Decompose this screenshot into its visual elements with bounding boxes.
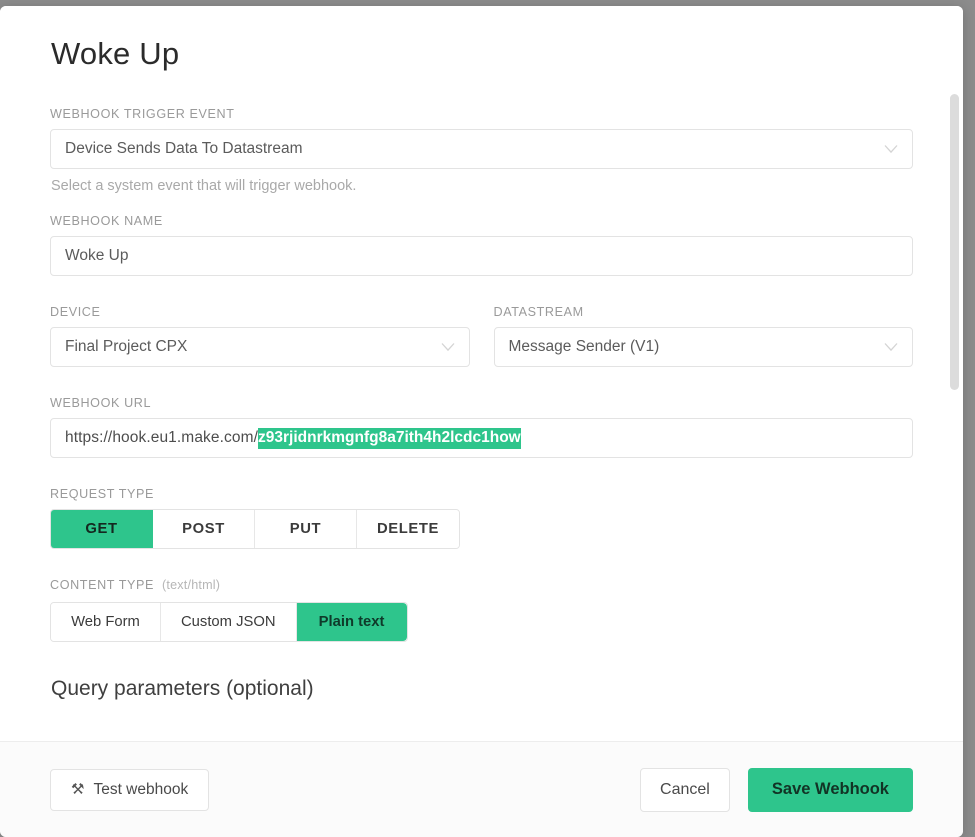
query-parameters-heading: Query parameters (optional) — [51, 676, 913, 702]
dialog-scrollbar[interactable] — [950, 10, 959, 737]
content-type-option-custom-json[interactable]: Custom JSON — [161, 603, 297, 641]
request-type-option-put[interactable]: PUT — [255, 510, 357, 548]
chevron-down-icon — [884, 343, 898, 352]
field-content-type: CONTENT TYPE (text/html) Web Form Custom … — [50, 577, 913, 642]
field-request-type: REQUEST TYPE GET POST PUT DELETE — [50, 486, 913, 549]
webhook-url-label: WEBHOOK URL — [50, 395, 913, 411]
device-label: DEVICE — [50, 304, 470, 320]
page-title: Woke Up — [51, 36, 913, 72]
webhook-settings-dialog: Woke Up WEBHOOK TRIGGER EVENT Device Sen… — [0, 6, 963, 837]
chevron-down-icon — [441, 343, 455, 352]
field-device: DEVICE Final Project CPX — [50, 304, 470, 367]
trigger-event-select[interactable]: Device Sends Data To Datastream — [50, 129, 913, 169]
datastream-label: DATASTREAM — [494, 304, 914, 320]
webhook-name-input[interactable]: Woke Up — [50, 236, 913, 276]
request-type-option-delete[interactable]: DELETE — [357, 510, 459, 548]
device-select[interactable]: Final Project CPX — [50, 327, 470, 367]
webhook-name-value: Woke Up — [65, 247, 128, 265]
device-datastream-row: DEVICE Final Project CPX DATASTREAM Mess… — [50, 304, 913, 367]
content-type-label: CONTENT TYPE (text/html) — [50, 577, 913, 593]
device-value: Final Project CPX — [65, 338, 187, 356]
test-webhook-button[interactable]: ⚒ Test webhook — [50, 769, 209, 811]
field-webhook-name: WEBHOOK NAME Woke Up — [50, 213, 913, 276]
trigger-event-label: WEBHOOK TRIGGER EVENT — [50, 106, 913, 122]
tools-icon: ⚒ — [71, 782, 84, 797]
chevron-down-icon — [884, 145, 898, 154]
test-webhook-label: Test webhook — [93, 781, 188, 799]
trigger-event-value: Device Sends Data To Datastream — [65, 140, 303, 158]
footer-actions: Cancel Save Webhook — [640, 768, 913, 812]
request-type-option-post[interactable]: POST — [153, 510, 255, 548]
save-webhook-button[interactable]: Save Webhook — [748, 768, 913, 812]
field-webhook-url: WEBHOOK URL https://hook.eu1.make.com/z9… — [50, 395, 913, 458]
datastream-value: Message Sender (V1) — [509, 338, 660, 356]
webhook-name-label: WEBHOOK NAME — [50, 213, 913, 229]
content-type-label-text: CONTENT TYPE — [50, 578, 154, 592]
field-trigger-event: WEBHOOK TRIGGER EVENT Device Sends Data … — [50, 106, 913, 195]
dialog-scroll-area[interactable]: Woke Up WEBHOOK TRIGGER EVENT Device Sen… — [0, 6, 963, 741]
cancel-button[interactable]: Cancel — [640, 768, 730, 812]
webhook-url-selected-token: z93rjidnrkmgnfg8a7ith4h2lcdc1how — [258, 428, 521, 449]
dialog-footer: ⚒ Test webhook Cancel Save Webhook — [0, 741, 963, 837]
request-type-group: GET POST PUT DELETE — [50, 509, 460, 549]
webhook-url-prefix: https://hook.eu1.make.com/ — [65, 429, 258, 447]
content-type-option-plain-text[interactable]: Plain text — [297, 603, 407, 641]
trigger-event-helper: Select a system event that will trigger … — [51, 177, 913, 195]
webhook-url-input[interactable]: https://hook.eu1.make.com/z93rjidnrkmgnf… — [50, 418, 913, 458]
content-type-group: Web Form Custom JSON Plain text — [50, 602, 408, 642]
dialog-scrollbar-thumb[interactable] — [950, 94, 959, 390]
dialog-content: Woke Up WEBHOOK TRIGGER EVENT Device Sen… — [0, 6, 963, 702]
request-type-label: REQUEST TYPE — [50, 486, 913, 502]
field-datastream: DATASTREAM Message Sender (V1) — [494, 304, 914, 367]
content-type-option-web-form[interactable]: Web Form — [51, 603, 161, 641]
request-type-option-get[interactable]: GET — [51, 510, 153, 548]
content-type-label-suffix: (text/html) — [162, 578, 220, 592]
datastream-select[interactable]: Message Sender (V1) — [494, 327, 914, 367]
